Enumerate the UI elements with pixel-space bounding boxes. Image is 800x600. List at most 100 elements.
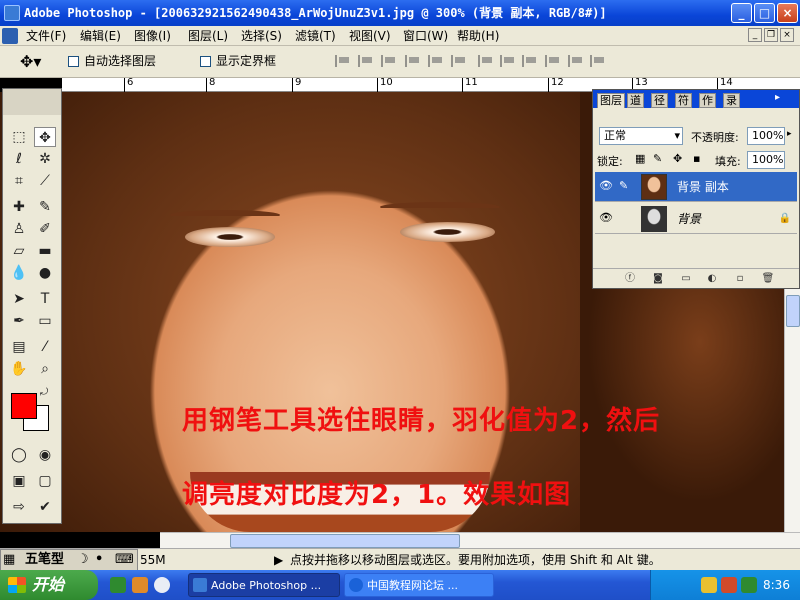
brush-link-icon[interactable]: ✎ [619, 180, 628, 192]
visibility-eye-icon[interactable]: 👁 [599, 180, 613, 192]
fill-input[interactable]: 100% [747, 151, 785, 169]
tab-characters[interactable]: 符 [675, 93, 692, 108]
dodge-tool-icon[interactable]: ● [34, 263, 56, 283]
security-shield-icon[interactable] [701, 577, 717, 593]
zoom-tool-icon[interactable]: ⌕ [34, 359, 56, 379]
move-tool-icon[interactable]: ✥ [34, 127, 56, 147]
align-left-icon[interactable] [405, 55, 423, 67]
imageready-check-icon[interactable]: ✔ [34, 497, 56, 517]
brush-tool-icon[interactable]: ✎ [34, 197, 56, 217]
ime-logo-icon[interactable]: ▦ [3, 550, 15, 570]
eraser-tool-icon[interactable]: ▱ [8, 241, 30, 261]
visibility-eye-icon[interactable]: 👁 [599, 212, 613, 224]
quicklaunch-face-icon[interactable] [132, 577, 148, 593]
palette-menu-arrow-icon[interactable]: ▸ [775, 92, 780, 103]
lock-all-icon[interactable]: ▪ [693, 152, 700, 165]
standard-mode-icon[interactable]: ◯ [8, 445, 30, 465]
distribute-vcenter-icon[interactable] [500, 55, 518, 67]
layer-style-icon[interactable]: ⓕ [623, 273, 637, 285]
task-forum[interactable]: 中国教程网论坛 ... [344, 573, 494, 597]
blend-mode-select[interactable]: 正常 ▾ [599, 127, 683, 145]
new-layer-icon[interactable]: ▫ [733, 273, 747, 285]
start-button[interactable]: 开始 [0, 570, 98, 600]
tab-history[interactable]: 录 [723, 93, 740, 108]
history-brush-tool-icon[interactable]: ✐ [34, 219, 56, 239]
network-icon[interactable] [741, 577, 757, 593]
notes-tool-icon[interactable]: ▤ [8, 337, 30, 357]
hand-tool-icon[interactable]: ✋ [8, 359, 30, 379]
align-hcenter-icon[interactable] [428, 55, 446, 67]
pen-tool-icon[interactable]: ✒ [8, 311, 30, 331]
vertical-scroll-thumb[interactable] [786, 295, 800, 327]
marquee-tool-icon[interactable]: ⬚ [8, 127, 30, 147]
swap-colors-icon[interactable]: ⤾ [37, 387, 51, 399]
magic-wand-tool-icon[interactable]: ✲ [34, 149, 56, 169]
auto-select-layer-checkbox[interactable] [68, 56, 79, 67]
quicklaunch-umbrella-icon[interactable] [110, 577, 126, 593]
foreground-color-swatch[interactable] [11, 393, 37, 419]
type-tool-icon[interactable]: T [34, 289, 56, 309]
blur-tool-icon[interactable]: 💧 [8, 263, 30, 283]
doc-close-button[interactable]: × [780, 28, 794, 42]
clone-stamp-tool-icon[interactable]: ♙ [8, 219, 30, 239]
distribute-right-icon[interactable] [590, 55, 608, 67]
menu-view[interactable]: 视图(V) [349, 28, 391, 44]
close-button[interactable]: × [777, 3, 798, 23]
tray-app-icon[interactable] [721, 577, 737, 593]
align-vcenter-icon[interactable] [358, 55, 376, 67]
tab-channels[interactable]: 道 [627, 93, 644, 108]
quick-mask-mode-icon[interactable]: ◉ [34, 445, 56, 465]
gradient-tool-icon[interactable]: ▬ [34, 241, 56, 261]
tab-layers[interactable]: 图层 [597, 93, 625, 108]
full-screen-mode-icon[interactable]: ▢ [34, 471, 56, 491]
lock-image-icon[interactable]: ✎ [653, 152, 662, 165]
photoshop-app-icon[interactable] [4, 5, 20, 21]
vertical-scrollbar[interactable] [784, 289, 800, 532]
menu-image[interactable]: 图像(I) [134, 28, 171, 44]
menu-file[interactable]: 文件(F) [26, 28, 66, 44]
tab-actions[interactable]: 作 [699, 93, 716, 108]
align-right-icon[interactable] [451, 55, 469, 67]
tab-paths[interactable]: 径 [651, 93, 668, 108]
document-icon[interactable] [2, 28, 18, 44]
ime-moon-icon[interactable]: ☽ [77, 550, 89, 570]
lock-transparency-icon[interactable]: ▦ [635, 152, 645, 165]
toolbox-feather-logo[interactable] [3, 89, 61, 115]
menu-edit[interactable]: 编辑(E) [80, 28, 121, 44]
doc-minimize-button[interactable]: _ [748, 28, 762, 42]
maximize-button[interactable]: □ [754, 3, 775, 23]
path-selection-tool-icon[interactable]: ➤ [8, 289, 30, 309]
healing-brush-tool-icon[interactable]: ✚ [8, 197, 30, 217]
ime-status-bar[interactable]: ▦ 五笔型 ☽ • ⌨ [0, 549, 138, 571]
layer-mask-icon[interactable]: ◙ [651, 273, 665, 285]
distribute-top-icon[interactable] [478, 55, 496, 67]
opacity-slider-arrow-icon[interactable]: ▸ [787, 129, 792, 139]
standard-screen-mode-icon[interactable]: ▣ [8, 471, 30, 491]
slice-tool-icon[interactable]: ⟋ [34, 171, 56, 191]
adjustment-layer-icon[interactable]: ◐ [705, 273, 719, 285]
layer-row-background[interactable]: 👁 背景 🔒 [595, 204, 797, 234]
menu-filter[interactable]: 滤镜(T) [295, 28, 336, 44]
menu-window[interactable]: 窗口(W) [403, 28, 448, 44]
task-photoshop[interactable]: Adobe Photoshop ... [188, 573, 340, 597]
align-bottom-icon[interactable] [381, 55, 399, 67]
ime-punct-icon[interactable]: • [95, 550, 103, 570]
distribute-left-icon[interactable] [545, 55, 563, 67]
distribute-bottom-icon[interactable] [522, 55, 540, 67]
opacity-input[interactable]: 100% [747, 127, 785, 145]
horizontal-scrollbar[interactable] [160, 532, 800, 548]
window-title-bar[interactable]: Adobe Photoshop - [200632921562490438_Ar… [0, 0, 800, 26]
menu-select[interactable]: 选择(S) [241, 28, 282, 44]
distribute-hcenter-icon[interactable] [568, 55, 586, 67]
eyedropper-tool-icon[interactable]: ⁄ [34, 337, 56, 357]
doc-restore-button[interactable]: ❐ [764, 28, 778, 42]
menu-help[interactable]: 帮助(H) [457, 28, 499, 44]
quicklaunch-browser-icon[interactable] [154, 577, 170, 593]
minimize-button[interactable]: _ [731, 3, 752, 23]
show-bounding-box-checkbox[interactable] [200, 56, 211, 67]
delete-layer-icon[interactable]: 🗑 [761, 273, 775, 285]
layer-row-background-copy[interactable]: 👁 ✎ 背景 副本 [595, 172, 797, 202]
clock[interactable]: 8:36 [763, 570, 790, 600]
horizontal-scroll-thumb[interactable] [230, 534, 460, 548]
lock-position-icon[interactable]: ✥ [673, 152, 682, 165]
